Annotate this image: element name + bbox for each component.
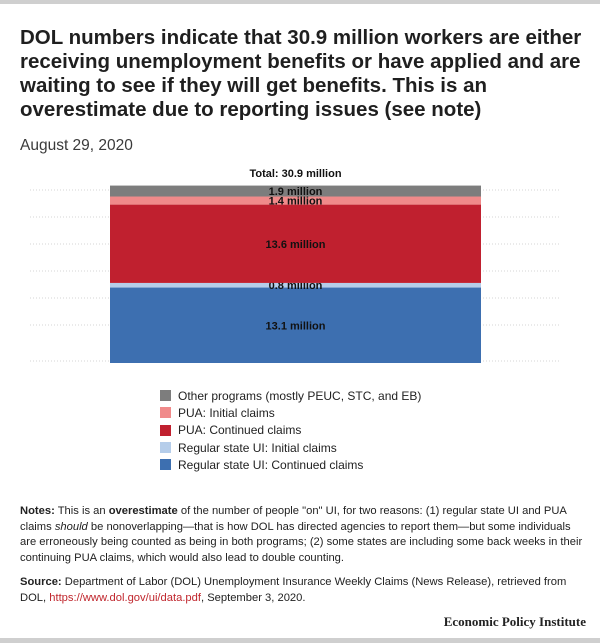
- legend-label: PUA: Continued claims: [178, 423, 302, 438]
- legend-swatch: [160, 424, 171, 436]
- legend-item: Other programs (mostly PEUC, STC, and EB…: [160, 387, 421, 404]
- notes-text-1: This is an: [54, 505, 109, 517]
- notes-label: Notes:: [20, 505, 55, 517]
- legend-swatch: [160, 459, 171, 471]
- notes: Notes: This is an overestimate of the nu…: [20, 504, 585, 566]
- bottom-border: [0, 638, 600, 643]
- legend-item: PUA: Initial claims: [160, 404, 421, 421]
- legend-item: Regular state UI: Continued claims: [160, 456, 421, 473]
- data-label: 13.1 million: [266, 320, 326, 332]
- top-border: [0, 0, 600, 4]
- data-label: 13.6 million: [266, 239, 326, 251]
- legend-swatch: [160, 407, 171, 419]
- legend-item: PUA: Continued claims: [160, 422, 421, 439]
- chart-title: DOL numbers indicate that 30.9 million w…: [20, 26, 582, 121]
- total-label: Total: 30.9 million: [249, 168, 341, 180]
- legend-label: PUA: Initial claims: [178, 405, 275, 420]
- data-label: 1.9 million: [269, 186, 323, 198]
- source-text-2: , September 3, 2020.: [200, 591, 306, 604]
- stacked-bar-chart: Total: 30.9 million13.1 million0.8 milli…: [30, 168, 560, 363]
- legend-swatch: [160, 390, 171, 402]
- chart-legend: Other programs (mostly PEUC, STC, and EB…: [160, 387, 421, 473]
- legend-label: Regular state UI: Initial claims: [178, 440, 337, 455]
- notes-text-3: be nonoverlapping—that is how DOL has di…: [20, 520, 583, 564]
- brand-logo: Economic Policy Institute: [443, 614, 586, 629]
- source: Source: Department of Labor (DOL) Unempl…: [20, 575, 585, 606]
- legend-label: Regular state UI: Continued claims: [178, 457, 364, 472]
- notes-italic: should: [54, 520, 88, 533]
- source-link[interactable]: https://www.dol.gov/ui/data.pdf: [49, 592, 201, 604]
- legend-label: Other programs (mostly PEUC, STC, and EB…: [178, 388, 422, 403]
- legend-item: Regular state UI: Initial claims: [160, 439, 421, 456]
- legend-swatch: [160, 442, 171, 454]
- source-label: Source:: [20, 576, 62, 588]
- notes-bold: overestimate: [108, 505, 178, 517]
- chart-subtitle: August 29, 2020: [20, 137, 133, 154]
